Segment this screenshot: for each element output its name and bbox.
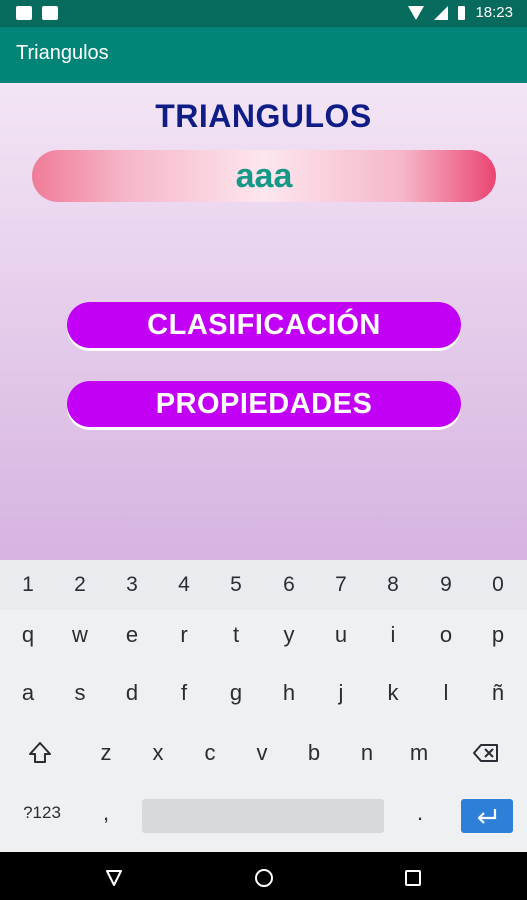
keyboard-row-4: ?123 , . [0, 788, 527, 838]
key-z[interactable]: z [80, 728, 132, 778]
key-v[interactable]: v [236, 728, 288, 778]
key-8[interactable]: 8 [367, 560, 419, 610]
backspace-icon [473, 744, 498, 762]
key-y[interactable]: y [263, 610, 315, 660]
clock: 18:23 [475, 4, 513, 21]
key-b[interactable]: b [288, 728, 340, 778]
battery-icon [458, 5, 466, 20]
key-x[interactable]: x [132, 728, 184, 778]
key-q[interactable]: q [2, 610, 54, 660]
enter-key[interactable] [461, 799, 513, 833]
key-s[interactable]: s [54, 668, 106, 718]
key-t[interactable]: t [210, 610, 262, 660]
keyboard-row-2: a s d f g h j k l ñ [0, 668, 527, 718]
key-i[interactable]: i [367, 610, 419, 660]
key-a[interactable]: a [2, 668, 54, 718]
key-4[interactable]: 4 [158, 560, 210, 610]
keyboard-row-1: q w e r t y u i o p [0, 610, 527, 660]
symbols-key[interactable]: ?123 [12, 788, 72, 838]
app-title: Triangulos [16, 42, 109, 64]
key-g[interactable]: g [210, 668, 262, 718]
status-bar: 18:23 [0, 0, 527, 27]
key-j[interactable]: j [315, 668, 367, 718]
clasificacion-button[interactable]: CLASIFICACIÓN [67, 302, 461, 348]
key-0[interactable]: 0 [472, 560, 524, 610]
main-content: TRIANGULOS aaa CLASIFICACIÓN PROPIEDADES [0, 83, 527, 560]
key-e[interactable]: e [106, 610, 158, 660]
key-f[interactable]: f [158, 668, 210, 718]
propiedades-button[interactable]: PROPIEDADES [67, 381, 461, 427]
key-u[interactable]: u [315, 610, 367, 660]
key-2[interactable]: 2 [54, 560, 106, 610]
app-bar: Triangulos [0, 27, 527, 83]
shift-icon [29, 742, 51, 763]
navigation-bar [0, 852, 527, 900]
keyboard-number-row: 1 2 3 4 5 6 7 8 9 0 [0, 560, 527, 610]
wifi-icon [408, 5, 425, 20]
keyboard-row-3: z x c v b n m [0, 728, 527, 778]
key-k[interactable]: k [367, 668, 419, 718]
key-l[interactable]: l [420, 668, 472, 718]
recents-icon[interactable] [403, 868, 423, 888]
key-n[interactable]: n [341, 728, 393, 778]
key-h[interactable]: h [263, 668, 315, 718]
key-w[interactable]: w [54, 610, 106, 660]
comma-key[interactable]: , [80, 788, 132, 838]
key-c[interactable]: c [184, 728, 236, 778]
key-o[interactable]: o [420, 610, 472, 660]
key-m[interactable]: m [393, 728, 445, 778]
period-key[interactable]: . [394, 788, 446, 838]
enter-icon [477, 809, 497, 824]
backspace-key[interactable] [460, 728, 512, 778]
key-1[interactable]: 1 [2, 560, 54, 610]
space-bar[interactable] [142, 799, 384, 833]
key-5[interactable]: 5 [210, 560, 262, 610]
back-icon[interactable] [104, 868, 124, 888]
soft-keyboard: 1 2 3 4 5 6 7 8 9 0 q w e r t y u i o p … [0, 560, 527, 852]
notification-icons [16, 6, 58, 20]
key-enye[interactable]: ñ [472, 668, 524, 718]
photo-notification-icon [16, 6, 32, 20]
key-6[interactable]: 6 [263, 560, 315, 610]
signal-icon [434, 5, 449, 20]
name-display: aaa [32, 150, 496, 202]
key-p[interactable]: p [472, 610, 524, 660]
key-9[interactable]: 9 [420, 560, 472, 610]
image-notification-icon [42, 6, 58, 20]
home-icon[interactable] [253, 867, 275, 889]
key-r[interactable]: r [158, 610, 210, 660]
key-d[interactable]: d [106, 668, 158, 718]
key-3[interactable]: 3 [106, 560, 158, 610]
page-heading: TRIANGULOS [155, 98, 372, 134]
key-7[interactable]: 7 [315, 560, 367, 610]
system-icons: 18:23 [408, 4, 513, 21]
shift-key[interactable] [14, 728, 66, 778]
